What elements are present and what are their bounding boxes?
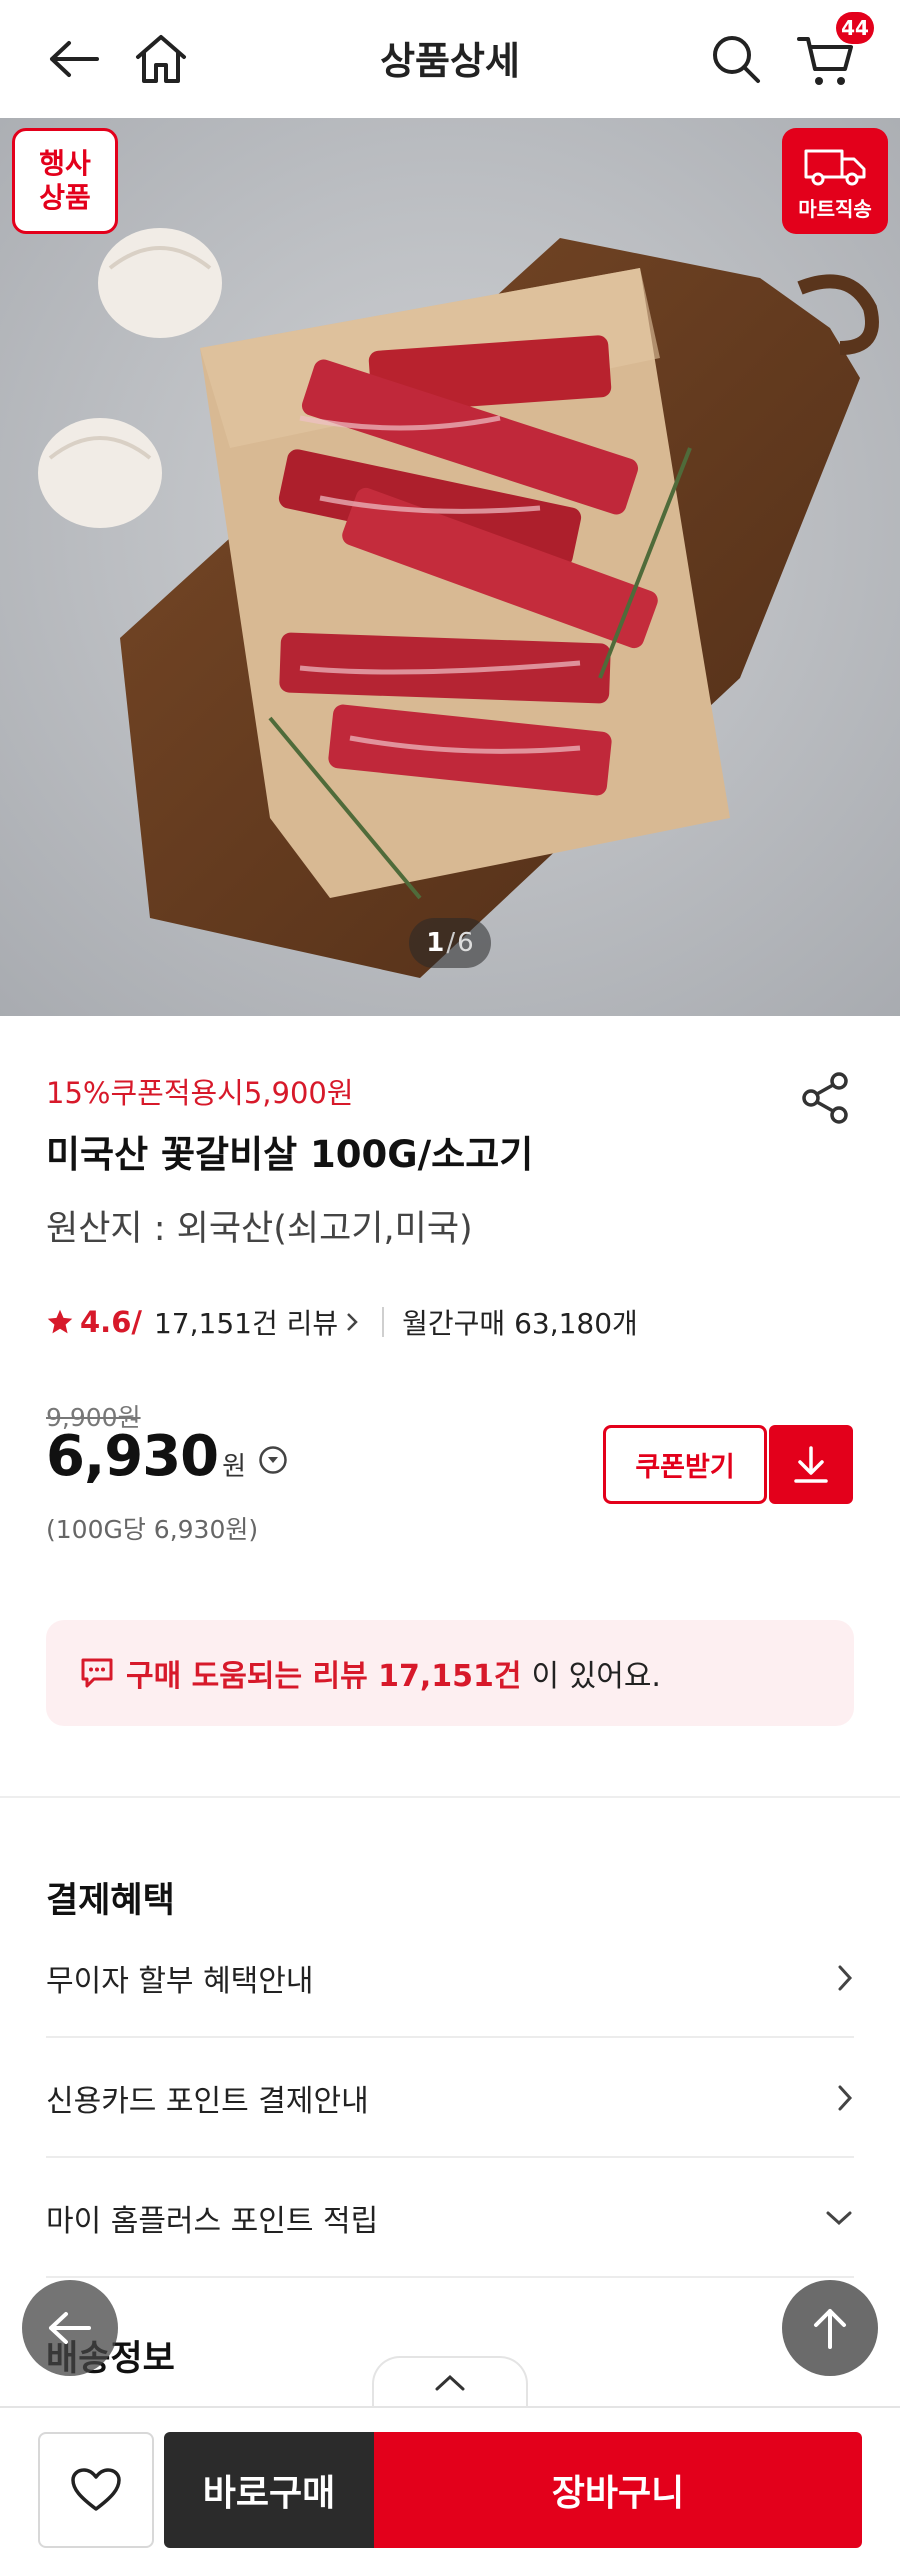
cart-count-badge: 44 [836,12,874,44]
star-icon [47,1309,73,1334]
section-divider [0,1796,900,1798]
share-icon [802,1072,848,1124]
benefit-row-homeplus-points[interactable]: 마이 홈플러스 포인트 적립 [46,2160,854,2278]
benefit-row-interest-free[interactable]: 무이자 할부 혜택안내 [46,1920,854,2038]
chevron-right-icon [838,1965,853,1991]
event-badge-line1: 행사 [39,147,91,180]
chevron-up-icon [435,2374,465,2391]
review-count-text: 17,151건 리뷰 [153,1307,339,1340]
download-icon [794,1445,828,1483]
review-count-link[interactable]: 17,151건 리뷰 [154,1302,360,1342]
product-name: 미국산 꽃갈비살 100G/소고기 [46,1133,534,1176]
benefit-label: 마이 홈플러스 포인트 적립 [46,2204,379,2239]
product-image-carousel[interactable] [0,118,900,1016]
coupon-download-button[interactable] [769,1425,853,1504]
rating-value: 4.6/ [80,1305,142,1339]
price-currency: 원 [222,1452,247,1482]
expand-options-tab[interactable] [372,2356,528,2408]
image-pager: 1 / 6 [409,918,491,968]
sale-price: 6,930 [46,1424,219,1489]
chevron-right-icon [838,2085,853,2111]
top-app-bar: 상품상세 44 [0,0,900,118]
rating-row: 4.6/ 17,151건 리뷰 월간구매 63,180개 [46,1302,638,1342]
review-banner-tail: 이 있어요. [531,1659,661,1694]
mart-direct-label: 마트직송 [798,197,872,221]
product-photo [0,118,900,1016]
pager-separator: / [446,928,456,958]
back-arrow-icon [49,2312,91,2344]
get-coupon-button[interactable]: 쿠폰받기 [603,1425,767,1504]
benefit-label: 신용카드 포인트 결제안내 [46,2084,369,2119]
payment-benefits-title: 결제혜택 [46,1881,175,1921]
buy-now-button[interactable]: 바로구매 [164,2432,374,2548]
add-to-cart-button[interactable]: 장바구니 [374,2432,862,2548]
event-badge-line2: 상품 [39,181,91,214]
mart-direct-badge: 마트직송 [782,128,888,234]
sale-price-row: 6,930 원 [46,1424,288,1489]
pager-total: 6 [457,928,474,958]
event-product-badge: 행사 상품 [12,128,118,234]
coupon-price-text: 15%쿠폰적용시5,900원 [46,1076,354,1110]
chevron-down-icon [826,2211,852,2226]
price-info-button[interactable] [258,1445,288,1479]
heart-icon [71,2468,121,2511]
search-icon[interactable] [705,28,767,90]
monthly-purchase-count: 월간구매 63,180개 [402,1307,638,1340]
chevron-down-circle-icon [259,1446,287,1474]
pager-current: 1 [426,928,445,958]
benefit-row-card-points[interactable]: 신용카드 포인트 결제안내 [46,2040,854,2158]
divider [382,1307,385,1337]
arrow-up-icon [814,2309,846,2349]
purchase-bar: 바로구매 장바구니 [0,2406,900,2572]
chat-bubble-icon [81,1658,113,1688]
chevron-right-icon [347,1313,358,1331]
product-origin: 원산지 : 외국산(쇠고기,미국) [46,1209,473,1249]
floating-back-button[interactable] [22,2280,118,2376]
benefit-label: 무이자 할부 혜택안내 [46,1964,314,1999]
scroll-to-top-button[interactable] [782,2280,878,2376]
wishlist-button[interactable] [38,2432,154,2548]
share-button[interactable] [794,1066,858,1130]
review-banner[interactable]: 구매 도움되는 리뷰 17,151건 이 있어요. [46,1620,854,1726]
unit-price: (100G당 6,930원) [46,1515,259,1544]
delivery-truck-icon [804,149,866,186]
review-banner-highlight: 구매 도움되는 리뷰 17,151건 [126,1659,522,1694]
